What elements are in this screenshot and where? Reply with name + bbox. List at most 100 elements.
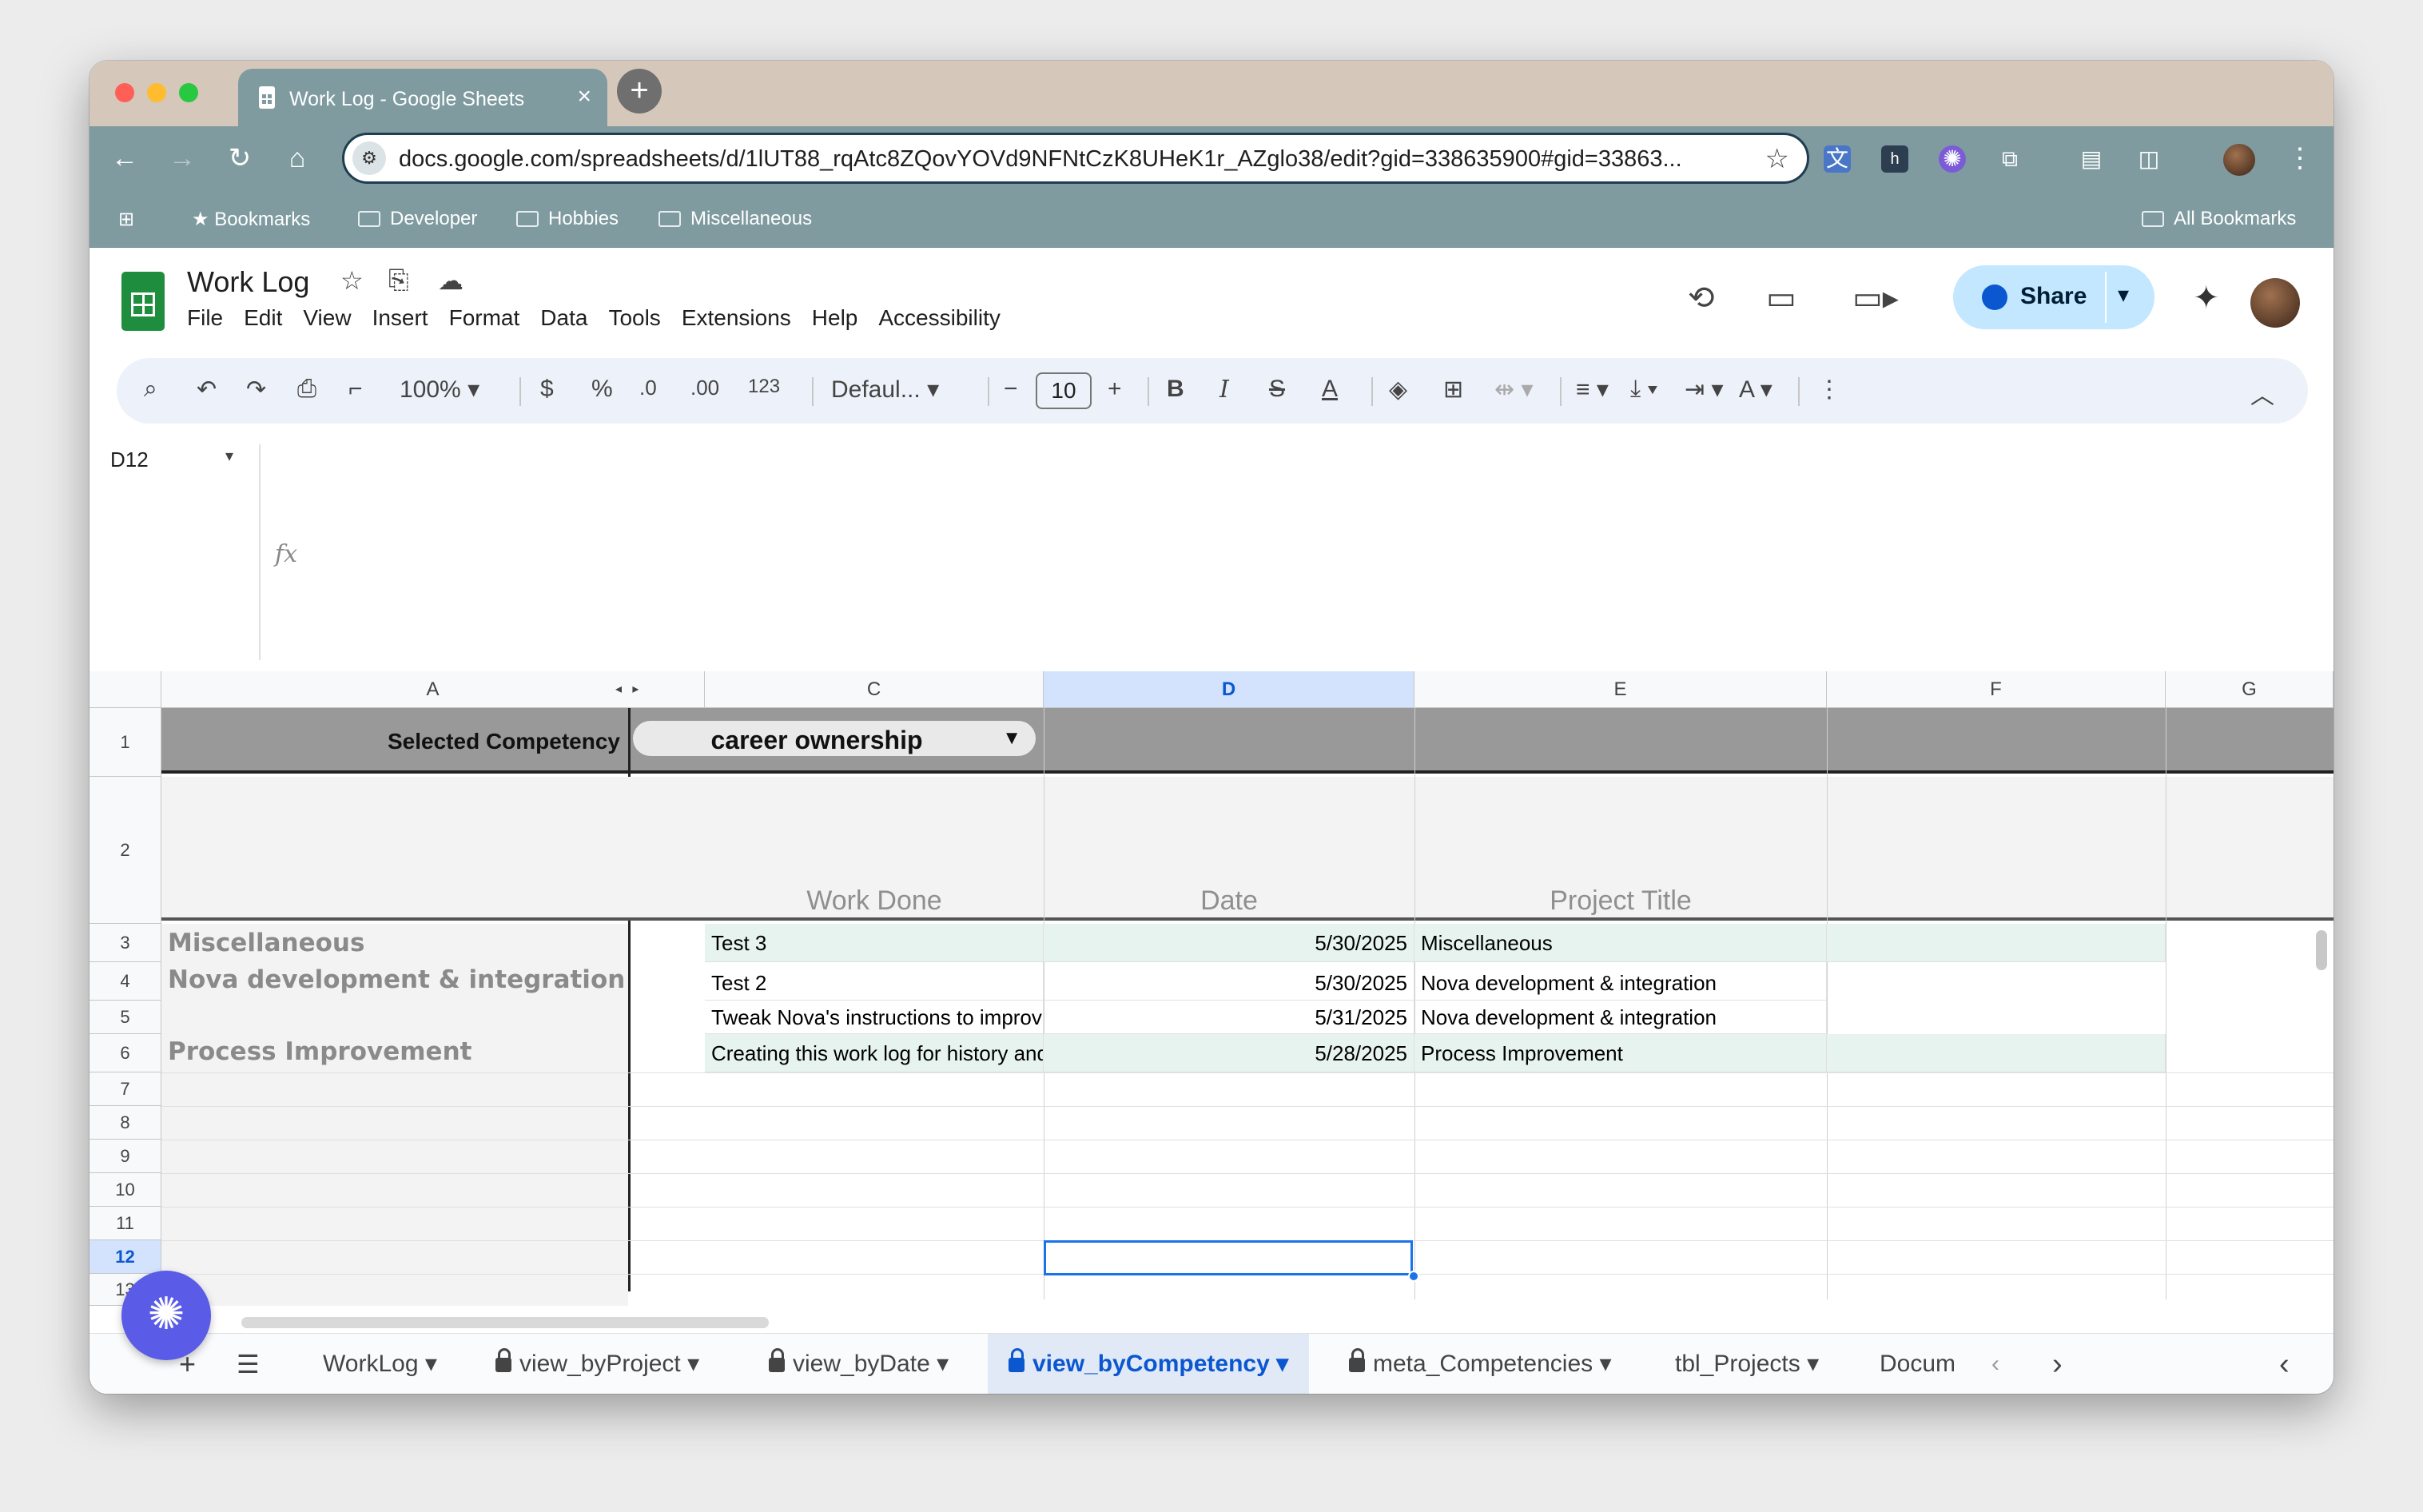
- side-panel-icon[interactable]: ◫: [2135, 145, 2162, 173]
- row-header-7[interactable]: 7: [90, 1072, 161, 1106]
- menu-tools[interactable]: Tools: [608, 305, 660, 330]
- more-options-icon[interactable]: ⋮: [1817, 376, 1841, 404]
- menu-insert[interactable]: Insert: [372, 305, 428, 330]
- text-wrap-icon[interactable]: ⇥ ▾: [1685, 376, 1724, 404]
- zoom-window-button[interactable]: [179, 83, 198, 102]
- cell-d4[interactable]: 5/30/2025: [1044, 962, 1414, 1001]
- menu-view[interactable]: View: [303, 305, 351, 330]
- share-options-chevron-icon[interactable]: ▾: [2118, 281, 2129, 308]
- home-icon[interactable]: ⌂: [281, 142, 313, 174]
- row-header-3[interactable]: 3: [90, 924, 161, 962]
- share-button[interactable]: Share ▾: [1953, 265, 2154, 329]
- row-header-4[interactable]: 4: [90, 962, 161, 1001]
- extension-bug-icon[interactable]: ✺: [1939, 145, 1966, 173]
- row-header-10[interactable]: 10: [90, 1173, 161, 1207]
- number-format-button[interactable]: 123: [748, 376, 780, 398]
- strikethrough-icon[interactable]: S: [1269, 376, 1285, 403]
- all-sheets-menu-icon[interactable]: ☰: [237, 1334, 260, 1394]
- cell-e6[interactable]: Process Improvement: [1414, 1034, 1827, 1072]
- sheet-tab-view-byproject[interactable]: view_byProject ▾: [495, 1334, 699, 1394]
- scroll-tabs-right-icon[interactable]: ›: [2052, 1334, 2063, 1394]
- row-header-8[interactable]: 8: [90, 1106, 161, 1140]
- selected-cell-d12[interactable]: [1044, 1240, 1413, 1275]
- cell-c6[interactable]: Creating this work log for history and v…: [705, 1034, 1044, 1072]
- sheet-tab-tbl-projects[interactable]: tbl_Projects ▾: [1675, 1334, 1819, 1394]
- reading-list-icon[interactable]: ▤: [2078, 145, 2105, 173]
- menu-format[interactable]: Format: [449, 305, 520, 330]
- row-header-11[interactable]: 11: [90, 1207, 161, 1240]
- sheet-tab-docum[interactable]: Docum: [1880, 1334, 1975, 1394]
- italic-button[interactable]: I: [1219, 376, 1229, 404]
- cell-e3[interactable]: Miscellaneous: [1414, 924, 1827, 962]
- fill-handle[interactable]: [1408, 1271, 1419, 1282]
- translate-extension-icon[interactable]: 文: [1824, 145, 1851, 173]
- zoom-select[interactable]: 100% ▾: [400, 376, 479, 404]
- cell-c3[interactable]: Test 3: [705, 924, 1044, 962]
- menu-help[interactable]: Help: [812, 305, 858, 330]
- apps-grid-icon[interactable]: ⊞: [118, 208, 134, 231]
- minimize-window-button[interactable]: [147, 83, 166, 102]
- font-family-select[interactable]: Defaul... ▾: [831, 376, 939, 404]
- cell-e4[interactable]: Nova development & integration: [1414, 962, 1827, 1001]
- name-box-chevron-icon[interactable]: ▾: [225, 446, 233, 466]
- sheet-tab-meta-competencies[interactable]: meta_Competencies ▾: [1349, 1334, 1612, 1394]
- close-tab-icon[interactable]: ×: [577, 83, 591, 110]
- row-header-1[interactable]: 1: [90, 708, 161, 777]
- profile-avatar[interactable]: [2223, 144, 2255, 176]
- vertical-scrollbar[interactable]: [2316, 930, 2327, 970]
- bookmark-bookmarks[interactable]: ★ Bookmarks: [192, 208, 310, 231]
- extensions-puzzle-icon[interactable]: ⧉: [1996, 145, 2023, 173]
- font-size-input[interactable]: 10: [1036, 372, 1092, 409]
- bookmark-folder-hobbies[interactable]: Hobbies: [516, 208, 619, 230]
- scroll-tabs-left-icon[interactable]: ‹: [1991, 1334, 1999, 1394]
- all-bookmarks[interactable]: All Bookmarks: [2142, 208, 2296, 230]
- bookmark-folder-developer[interactable]: Developer: [358, 208, 477, 230]
- column-header-g[interactable]: G: [2166, 671, 2333, 708]
- sheets-logo-icon[interactable]: [121, 272, 165, 331]
- horizontal-align-icon[interactable]: ≡ ▾: [1576, 376, 1609, 404]
- undo-icon[interactable]: ↶: [197, 376, 217, 404]
- reload-icon[interactable]: ↻: [224, 142, 256, 174]
- bookmark-folder-miscellaneous[interactable]: Miscellaneous: [658, 208, 812, 230]
- browser-menu-icon[interactable]: ⋮: [2284, 142, 2316, 174]
- comments-icon[interactable]: ▭: [1766, 280, 1796, 316]
- site-info-icon[interactable]: ⚙: [352, 141, 386, 175]
- menu-accessibility[interactable]: Accessibility: [878, 305, 1000, 330]
- column-header-d[interactable]: D: [1044, 671, 1414, 708]
- increase-decimal-button[interactable]: .00: [690, 376, 719, 400]
- select-all-corner[interactable]: [90, 671, 161, 708]
- hidden-columns-arrows-icon[interactable]: ◂ ▸: [615, 671, 705, 708]
- cell-e5[interactable]: Nova development & integration: [1414, 1001, 1827, 1034]
- menu-extensions[interactable]: Extensions: [682, 305, 791, 330]
- redo-icon[interactable]: ↷: [246, 376, 266, 404]
- row-header-9[interactable]: 9: [90, 1140, 161, 1173]
- forward-icon[interactable]: →: [166, 142, 198, 174]
- decrease-font-size-button[interactable]: −: [1004, 376, 1018, 403]
- merge-cells-icon[interactable]: ⇹ ▾: [1494, 376, 1534, 404]
- search-icon[interactable]: ⌕: [144, 376, 157, 403]
- column-header-c[interactable]: C: [705, 671, 1044, 708]
- menu-edit[interactable]: Edit: [244, 305, 282, 330]
- row-header-12[interactable]: 12: [90, 1240, 161, 1274]
- competency-dropdown[interactable]: career ownership ▼: [633, 721, 1036, 756]
- document-title[interactable]: Work Log: [187, 265, 309, 299]
- increase-font-size-button[interactable]: +: [1108, 376, 1122, 403]
- extension-h-icon[interactable]: h: [1881, 145, 1908, 173]
- address-bar[interactable]: ⚙ docs.google.com/spreadsheets/d/1lUT88_…: [342, 133, 1809, 184]
- floating-assistant-button[interactable]: ✺: [121, 1271, 211, 1360]
- borders-icon[interactable]: ⊞: [1443, 376, 1463, 404]
- bold-button[interactable]: B: [1167, 376, 1184, 403]
- cell-c5[interactable]: Tweak Nova's instructions to improve dat…: [705, 1001, 1044, 1034]
- column-header-e[interactable]: E: [1414, 671, 1827, 708]
- cell-c4[interactable]: Test 2: [705, 962, 1044, 1001]
- horizontal-scrollbar[interactable]: [241, 1317, 769, 1328]
- collapse-toolbar-chevron-icon[interactable]: ︿: [2250, 376, 2274, 411]
- print-icon[interactable]: ⎙: [297, 376, 316, 403]
- meet-video-icon[interactable]: ▭▸: [1852, 280, 1899, 316]
- cell-d3[interactable]: 5/30/2025: [1044, 924, 1414, 962]
- new-tab-button[interactable]: +: [617, 69, 662, 113]
- sheet-tab-worklog[interactable]: WorkLog ▾: [323, 1334, 437, 1394]
- paint-format-icon[interactable]: ⌐: [348, 376, 363, 403]
- menu-data[interactable]: Data: [540, 305, 587, 330]
- cell-d6[interactable]: 5/28/2025: [1044, 1034, 1414, 1072]
